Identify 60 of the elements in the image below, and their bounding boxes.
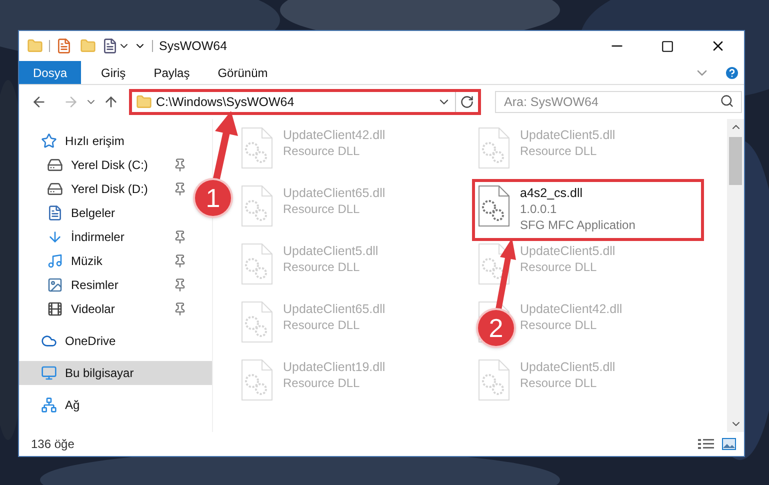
sidebar-item[interactable]: Ağ <box>19 393 212 417</box>
address-path: C:\Windows\SysWOW64 <box>156 94 296 111</box>
pin-icon[interactable] <box>173 158 187 172</box>
ribbon-tab[interactable]: Paylaş <box>140 61 204 84</box>
drive-icon <box>47 181 63 197</box>
sidebar-item[interactable]: Yerel Disk (C:) <box>19 153 191 177</box>
scrollbar[interactable] <box>727 119 744 432</box>
file-name[interactable]: a4s2_cs.dll <box>520 185 636 201</box>
pin-icon[interactable] <box>173 302 187 316</box>
back-button[interactable] <box>31 94 47 110</box>
sidebar-item[interactable]: Bu bilgisayar <box>19 361 212 385</box>
pin-icon[interactable] <box>173 278 187 292</box>
file-description: Resource DLL <box>283 143 361 159</box>
network-icon <box>41 397 57 413</box>
pin-icon[interactable] <box>173 230 187 244</box>
scroll-thumb[interactable] <box>729 137 742 185</box>
file-description: Resource DLL <box>283 375 361 391</box>
download-icon <box>47 229 63 245</box>
refresh-icon[interactable] <box>460 95 474 109</box>
file-description: Resource DLL <box>520 259 598 275</box>
sidebar-item[interactable]: Müzik <box>19 249 191 273</box>
maximize-button[interactable] <box>661 40 674 52</box>
file-description: Resource DLL <box>283 259 361 275</box>
ribbon-tab[interactable]: Giriş <box>87 61 140 84</box>
file-description: Resource DLL <box>520 143 598 159</box>
star-icon <box>41 133 57 149</box>
sidebar-item[interactable]: İndirmeler <box>19 225 191 249</box>
sidebar-item[interactable]: OneDrive <box>19 329 212 353</box>
sidebar-item[interactable]: Videolar <box>19 297 191 321</box>
document-icon <box>47 205 63 221</box>
film-icon <box>47 301 63 317</box>
up-button[interactable] <box>103 94 119 110</box>
item-count: 136 öğe <box>31 436 76 453</box>
ribbon-tab[interactable]: Görünüm <box>204 61 282 84</box>
file-description: Resource DLL <box>520 317 598 333</box>
tiles-view-icon[interactable] <box>722 438 736 450</box>
pin-icon[interactable] <box>173 182 187 196</box>
music-note-icon <box>47 253 63 269</box>
pin-icon[interactable] <box>173 254 187 268</box>
address-bar[interactable]: C:\Windows\SysWOW64 <box>129 89 481 115</box>
folder-icon <box>136 94 152 110</box>
drive-icon <box>47 157 63 173</box>
monitor-icon <box>41 365 57 381</box>
sidebar-item[interactable]: Resimler <box>19 273 191 297</box>
details-view-icon[interactable] <box>698 438 714 450</box>
search-icon <box>720 94 734 108</box>
file-description: Resource DLL <box>520 375 598 391</box>
ribbon-tab[interactable]: Dosya <box>19 61 82 84</box>
file-description: Resource DLL <box>283 317 361 333</box>
file-description: SFG MFC Application <box>520 217 636 233</box>
file-description: Resource DLL <box>283 201 361 217</box>
image-icon <box>47 277 63 293</box>
search-field[interactable]: Ara: SysWOW64 <box>495 91 742 113</box>
file-version: 1.0.0.1 <box>520 201 558 217</box>
help-icon[interactable] <box>724 64 740 80</box>
window-title: SysWOW64 <box>159 38 228 55</box>
sidebar-item[interactable]: Yerel Disk (D:) <box>19 177 191 201</box>
sidebar-item[interactable]: Belgeler <box>19 201 191 225</box>
sidebar-item[interactable]: Hızlı erişim <box>19 129 212 153</box>
cloud-icon <box>41 333 57 349</box>
